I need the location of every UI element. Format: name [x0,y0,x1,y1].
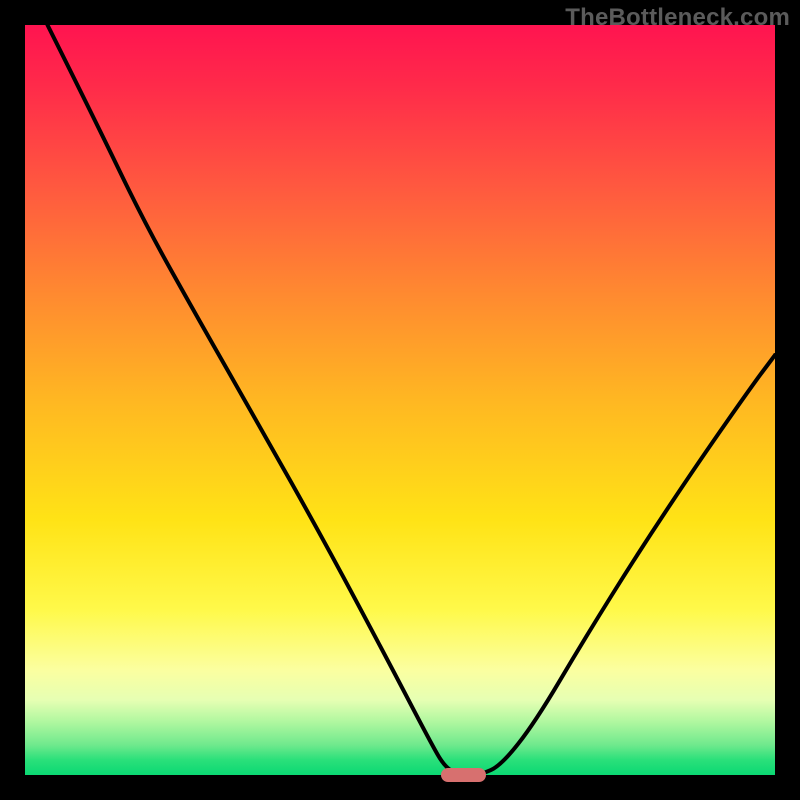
optimum-marker [441,768,486,782]
chart-root: TheBottleneck.com [0,0,800,800]
curve-layer [25,25,775,775]
watermark-label: TheBottleneck.com [565,4,790,32]
plot-area [25,25,775,775]
bottleneck-curve [48,25,776,775]
